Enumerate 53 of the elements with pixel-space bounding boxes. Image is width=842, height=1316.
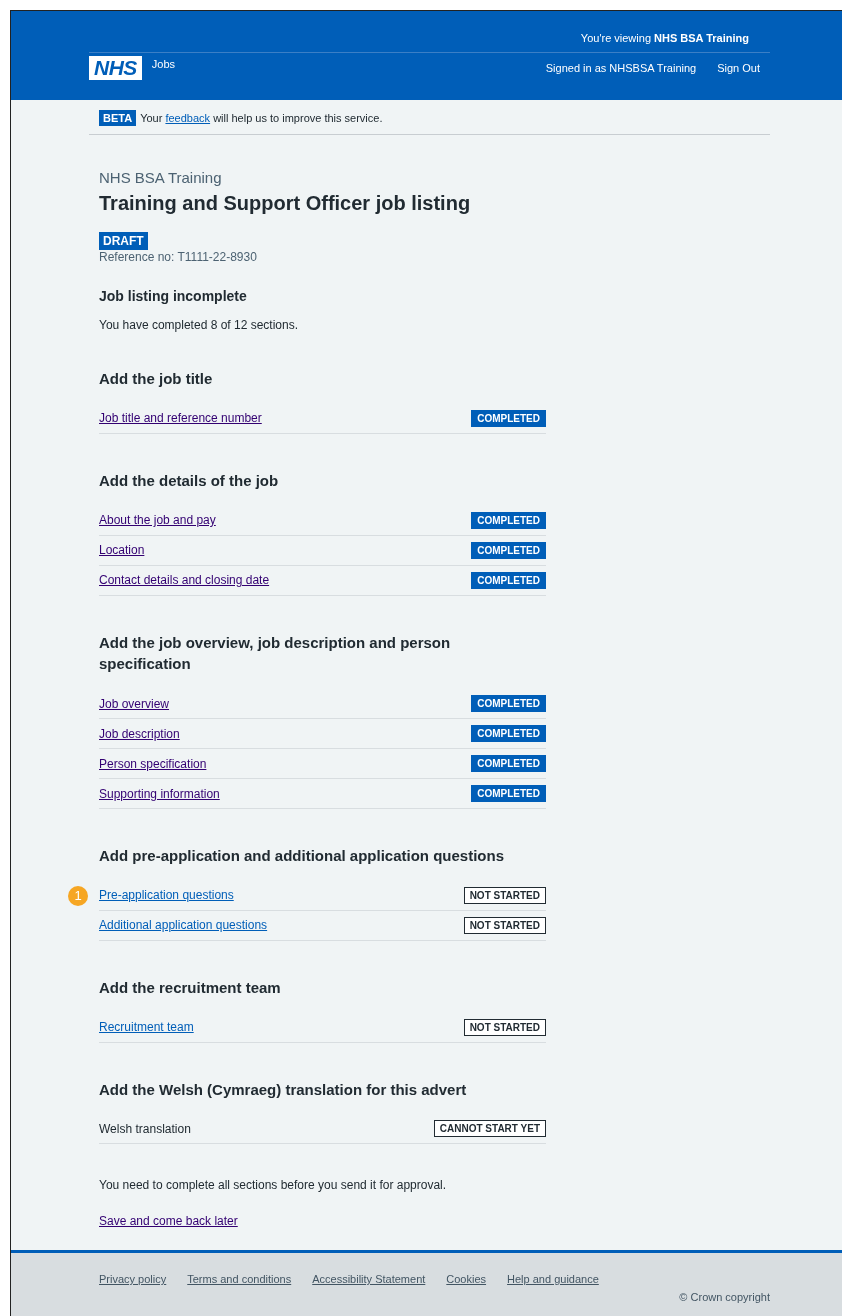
progress-text: You have completed 8 of 12 sections. xyxy=(99,318,300,332)
status-tag: NOT STARTED xyxy=(463,1018,546,1036)
save-later-link[interactable]: Save and come back later xyxy=(99,1214,238,1229)
task-link[interactable]: Contact details and closing date xyxy=(99,573,270,587)
section-heading: Add the recruitment team xyxy=(99,977,282,998)
task-link[interactable]: Person specification xyxy=(99,756,207,771)
footer-link[interactable]: Help and guidance xyxy=(507,1273,599,1285)
task-link[interactable]: Pre-application questions xyxy=(99,888,234,903)
status-tag: COMPLETED xyxy=(471,571,546,589)
page-title: Training and Support Officer job listing xyxy=(99,192,472,215)
task-link[interactable]: Job overview xyxy=(99,696,170,711)
task-label: Welsh translation xyxy=(99,1121,191,1136)
task-link[interactable]: Job description xyxy=(99,726,180,741)
status-tag: COMPLETED xyxy=(471,755,546,772)
status-tag: COMPLETED xyxy=(471,541,546,559)
status-tag: COMPLETED xyxy=(471,725,546,742)
organisation-caption: NHS BSA Training xyxy=(99,169,223,186)
section-heading: Add pre-application and additional application questions xyxy=(99,846,506,866)
beta-tag: BETA xyxy=(99,110,137,126)
status-tag: COMPLETED xyxy=(471,409,546,427)
task-link[interactable]: Additional application questions xyxy=(99,918,268,933)
footer-link[interactable]: Accessibility Statement xyxy=(312,1273,426,1285)
task-link[interactable]: Job title and reference number xyxy=(99,411,262,426)
footer-link[interactable]: Privacy policy xyxy=(99,1273,167,1285)
nhs-logo[interactable]: NHS xyxy=(89,56,142,80)
approval-note: You need to complete all sections before you send it for approval. xyxy=(99,1178,448,1193)
feedback-link[interactable]: feedback xyxy=(165,112,211,124)
reference-number: Reference no: T1111-22-8930 xyxy=(99,250,258,264)
copyright-text: © Crown copyright xyxy=(679,1291,770,1303)
status-tag: NOT STARTED xyxy=(463,916,546,934)
section-heading: Add the Welsh (Cymraeg) translation for this advert xyxy=(99,1079,468,1100)
task-link[interactable]: About the job and pay xyxy=(99,513,216,527)
signed-in-text: Signed in as NHSBSA Training xyxy=(545,62,697,74)
task-link[interactable]: Recruitment team xyxy=(99,1020,194,1034)
status-tag: COMPLETED xyxy=(471,785,546,802)
footer-link[interactable]: Cookies xyxy=(446,1273,487,1285)
feedback-text: Your feedback will help us to improve this service. xyxy=(140,112,383,124)
draft-tag: DRAFT xyxy=(99,232,148,250)
task-link[interactable]: Location xyxy=(99,543,145,557)
status-tag: NOT STARTED xyxy=(463,886,546,904)
sign-out-link[interactable]: Sign Out xyxy=(717,62,760,74)
status-tag: COMPLETED xyxy=(471,695,546,712)
section-heading: Add the job title xyxy=(99,369,214,389)
task-link[interactable]: Supporting information xyxy=(99,786,220,801)
footer-link[interactable]: Terms and conditions xyxy=(187,1273,292,1285)
status-tag: COMPLETED xyxy=(471,511,546,529)
service-name: Jobs xyxy=(151,58,176,70)
status-tag: CANNOT START YET xyxy=(433,1120,546,1138)
viewing-text: You're viewing NHS BSA Training xyxy=(580,32,749,44)
callout-marker: 1 xyxy=(68,885,88,906)
section-heading: Add the details of the job xyxy=(99,470,280,491)
status-heading: Job listing incomplete xyxy=(99,288,248,304)
section-heading: Add the job overview, job description and person specification xyxy=(99,632,452,675)
